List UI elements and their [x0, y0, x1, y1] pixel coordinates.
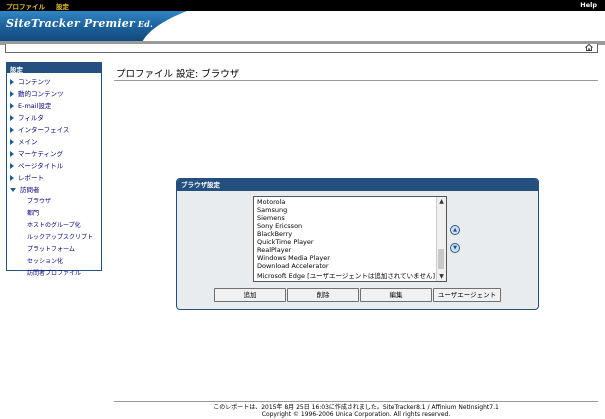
sidebar-item-marketing[interactable]: マーケティング: [10, 148, 63, 158]
add-button[interactable]: 追加: [214, 288, 286, 302]
list-item[interactable]: BlackBerry: [257, 230, 292, 238]
expand-arrow-icon: [10, 151, 14, 157]
copyright: Copyright © 1996-2006 Unica Corporation.…: [261, 411, 451, 418]
list-item[interactable]: Download Accelerator: [257, 262, 329, 270]
panel-title: ブラウザ設定: [177, 179, 538, 191]
toolbar: [5, 44, 598, 53]
scroll-up-icon[interactable]: ▲: [438, 198, 445, 205]
browser-list[interactable]: Motorola Samsung Siemens Sony Ericsson B…: [253, 196, 447, 282]
sidebar-item-email[interactable]: E-mail設定: [10, 100, 51, 110]
up-arrow-icon[interactable]: ▲: [450, 225, 460, 235]
sidebar-item-page-title[interactable]: ページタイトル: [10, 160, 63, 170]
list-scrollbar[interactable]: ▲ ▼: [436, 197, 446, 281]
scroll-down-icon[interactable]: ▼: [438, 273, 445, 280]
sidebar-subitem-visitor-profile[interactable]: 訪問者プロファイル: [27, 268, 81, 277]
list-item[interactable]: Samsung: [257, 206, 287, 214]
app-banner: SiteTracker Premier Ed.: [0, 11, 605, 41]
sidebar-item-dynamic-contents[interactable]: 動的コンテンツ: [10, 88, 64, 98]
sidebar-header: 設定: [7, 63, 101, 74]
settings-sidebar: 設定 コンテンツ 動的コンテンツ E-mail設定 フィルタ インターフェイス …: [6, 62, 102, 277]
top-menu-bar: プロファイル 設定 Help: [0, 0, 605, 11]
menu-profile[interactable]: プロファイル: [6, 1, 45, 11]
expand-arrow-icon: [10, 103, 14, 109]
report-timestamp: このレポートは、2015年 8月 25日 16:03に作成されました。SiteT…: [213, 404, 499, 411]
delete-button[interactable]: 削除: [287, 288, 359, 302]
expand-arrow-icon: [10, 139, 14, 145]
expand-arrow-icon: [10, 175, 14, 181]
list-item[interactable]: Windows Media Player: [257, 254, 330, 262]
title-divider: [114, 80, 598, 81]
expand-arrow-icon: [10, 115, 14, 121]
home-icon[interactable]: [585, 44, 593, 51]
expand-arrow-icon: [10, 79, 14, 85]
sidebar-item-report[interactable]: レポート: [10, 172, 44, 182]
footer-divider: [114, 401, 598, 402]
list-item[interactable]: RealPlayer: [257, 246, 291, 254]
browser-settings-panel: ブラウザ設定 Motorola Samsung Siemens Sony Eri…: [176, 178, 539, 310]
page-title: プロファイル 設定: ブラウザ: [116, 69, 240, 80]
list-item[interactable]: Sony Ericsson: [257, 222, 302, 230]
sidebar-item-interface[interactable]: インターフェイス: [10, 124, 69, 134]
sidebar-item-main[interactable]: メイン: [10, 136, 38, 146]
menu-settings[interactable]: 設定: [56, 1, 69, 11]
user-agent-button[interactable]: ユーザエージェント: [433, 288, 501, 302]
sidebar-subitem-lookup-script[interactable]: ルックアップスクリプト: [27, 232, 93, 241]
collapse-arrow-icon: [10, 188, 16, 192]
footer: このレポートは、2015年 8月 25日 16:03に作成されました。SiteT…: [114, 404, 598, 418]
help-link[interactable]: Help: [580, 1, 597, 9]
sidebar-item-visitors[interactable]: 訪問者: [10, 184, 40, 194]
sidebar-subitem-department[interactable]: 都門: [27, 208, 39, 217]
sidebar-subitem-sessionization[interactable]: セッション化: [27, 256, 63, 265]
sidebar-item-filter[interactable]: フィルタ: [10, 112, 44, 122]
expand-arrow-icon: [10, 163, 14, 169]
list-item[interactable]: Motorola: [257, 198, 285, 206]
sidebar-subitem-platform[interactable]: プラットフォーム: [27, 244, 75, 253]
app-logo: SiteTracker Premier Ed.: [6, 17, 153, 30]
list-item[interactable]: Siemens: [257, 214, 285, 222]
sidebar-item-contents[interactable]: コンテンツ: [10, 76, 51, 86]
list-item[interactable]: Microsoft Edge [ユーザエージェントは追加されていません]: [257, 270, 435, 280]
scroll-thumb[interactable]: [438, 249, 444, 269]
down-arrow-icon[interactable]: ▼: [450, 243, 460, 253]
list-item[interactable]: QuickTime Player: [257, 238, 314, 246]
expand-arrow-icon: [10, 127, 14, 133]
sidebar-subitem-browser[interactable]: ブラウザ: [27, 196, 51, 205]
expand-arrow-icon: [10, 91, 14, 97]
edit-button[interactable]: 編集: [360, 288, 432, 302]
sidebar-subitem-host-grouping[interactable]: ホストのグループ化: [27, 220, 81, 229]
